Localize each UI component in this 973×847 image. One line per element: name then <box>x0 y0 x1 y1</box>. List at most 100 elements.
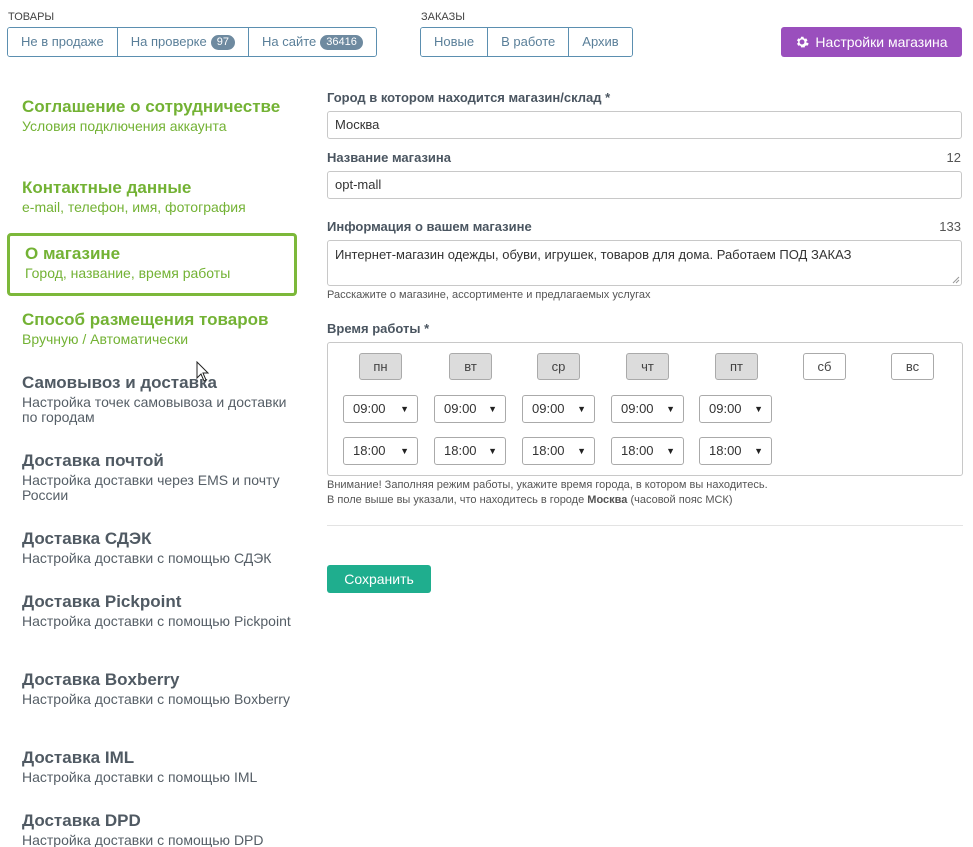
open-time-select-wed[interactable]: 09:00 ▼ <box>522 395 595 423</box>
hours-label: Время работы * <box>327 321 430 336</box>
sidebar-item-agreement[interactable]: Соглашение о сотрудничестве Условия подк… <box>22 98 292 134</box>
city-field-label: Город в котором находится магазин/склад … <box>327 90 611 105</box>
store-info-counter: 133 <box>939 219 961 234</box>
sidebar-item-subtitle: Настройка доставки с помощью СДЭК <box>22 550 272 566</box>
tab-in-progress[interactable]: В работе <box>488 28 570 56</box>
orders-group-label: ЗАКАЗЫ <box>421 11 465 23</box>
select-value: 09:00 <box>353 401 386 416</box>
open-time-select-thu[interactable]: 09:00 ▼ <box>611 395 684 423</box>
caret-down-icon: ▼ <box>488 446 497 456</box>
count-badge: 97 <box>210 35 235 50</box>
store-settings-button[interactable]: Настройки магазина <box>781 27 962 57</box>
store-info-hint: Расскажите о магазине, ассортименте и пр… <box>327 289 651 301</box>
sidebar-item-title: Доставка IML <box>22 748 135 767</box>
city-input[interactable]: Москва <box>327 111 962 139</box>
sidebar-item-cdek[interactable]: Доставка СДЭК Настройка доставки с помощ… <box>22 530 292 566</box>
save-button[interactable]: Сохранить <box>327 565 431 593</box>
count-badge: 36416 <box>320 35 363 50</box>
sidebar-item-subtitle: Настройка доставки с помощью Boxberry <box>22 691 290 707</box>
select-value: 09:00 <box>444 401 477 416</box>
caret-down-icon: ▼ <box>488 404 497 414</box>
orders-tabs: Новые В работе Архив <box>420 27 633 57</box>
resize-grip-icon[interactable] <box>952 276 960 284</box>
hours-note-line2: В поле выше вы указали, что находитесь в… <box>327 494 733 506</box>
sidebar-item-title: Доставка Pickpoint <box>22 592 182 611</box>
select-value: 18:00 <box>532 443 565 458</box>
sidebar-item-title: Доставка почтой <box>22 451 164 470</box>
mouse-cursor-icon <box>196 361 210 382</box>
sidebar-item-title: Самовывоз и доставка <box>22 373 217 392</box>
sidebar-item-placement[interactable]: Способ размещения товаров Вручную / Авто… <box>22 311 292 347</box>
select-value: 18:00 <box>353 443 386 458</box>
sidebar-item-dpd[interactable]: Доставка DPD Настройка доставки с помощь… <box>22 812 292 847</box>
store-info-text: Интернет-магазин одежды, обуви, игрушек,… <box>335 247 852 262</box>
day-toggle-fri[interactable]: пт <box>715 353 758 380</box>
store-info-textarea[interactable]: Интернет-магазин одежды, обуви, игрушек,… <box>327 240 962 286</box>
open-time-select-mon[interactable]: 09:00 ▼ <box>343 395 418 423</box>
sidebar-item-subtitle: Город, название, время работы <box>25 265 231 281</box>
tab-label: В работе <box>501 34 556 49</box>
caret-down-icon: ▼ <box>666 446 675 456</box>
tab-label: На проверке <box>130 34 207 49</box>
settings-label: Настройки магазина <box>815 34 948 50</box>
store-name-input[interactable]: opt-mall <box>327 171 962 199</box>
tab-label: На сайте <box>261 34 317 49</box>
sidebar-item-pickup-delivery[interactable]: Самовывоз и доставка Настройка точек сам… <box>22 374 292 425</box>
tab-archive[interactable]: Архив <box>569 28 632 56</box>
divider <box>327 525 963 526</box>
sidebar-item-iml[interactable]: Доставка IML Настройка доставки с помощь… <box>22 749 292 785</box>
sidebar-item-title: Доставка СДЭК <box>22 529 152 548</box>
select-value: 09:00 <box>532 401 565 416</box>
sidebar-item-subtitle: Настройка доставки с помощью DPD <box>22 832 264 847</box>
sidebar-item-post-delivery[interactable]: Доставка почтой Настройка доставки через… <box>22 452 292 503</box>
store-info-label: Информация о вашем магазине <box>327 219 532 234</box>
sidebar-item-contacts[interactable]: Контактные данные e-mail, телефон, имя, … <box>22 179 292 215</box>
sidebar-item-title: Способ размещения товаров <box>22 310 269 329</box>
note-city: Москва <box>587 494 628 506</box>
sidebar-item-about-store[interactable]: О магазине Город, название, время работы <box>25 245 295 281</box>
caret-down-icon: ▼ <box>400 404 409 414</box>
store-name-label: Название магазина <box>327 150 451 165</box>
day-toggle-sun[interactable]: вс <box>891 353 934 380</box>
sidebar-item-title: О магазине <box>25 244 121 263</box>
sidebar-item-subtitle: Вручную / Автоматически <box>22 331 189 347</box>
tab-label: Архив <box>582 34 619 49</box>
sidebar-item-pickpoint[interactable]: Доставка Pickpoint Настройка доставки с … <box>22 593 292 629</box>
close-time-select-thu[interactable]: 18:00 ▼ <box>611 437 684 465</box>
tab-not-on-sale[interactable]: Не в продаже <box>8 28 118 56</box>
sidebar-item-title: Соглашение о сотрудничестве <box>22 97 281 116</box>
close-time-select-tue[interactable]: 18:00 ▼ <box>434 437 506 465</box>
caret-down-icon: ▼ <box>577 446 586 456</box>
tab-label: Новые <box>434 34 475 49</box>
goods-tabs: Не в продаже На проверке 97 На сайте 36416 <box>7 27 377 57</box>
day-toggle-tue[interactable]: вт <box>449 353 492 380</box>
tab-new-orders[interactable]: Новые <box>421 28 489 56</box>
sidebar-item-subtitle: e-mail, телефон, имя, фотография <box>22 199 246 215</box>
close-time-select-fri[interactable]: 18:00 ▼ <box>699 437 772 465</box>
caret-down-icon: ▼ <box>577 404 586 414</box>
select-value: 18:00 <box>621 443 654 458</box>
select-value: 09:00 <box>621 401 654 416</box>
tab-on-site[interactable]: На сайте 36416 <box>248 28 376 56</box>
sidebar-item-title: Доставка Boxberry <box>22 670 180 689</box>
day-toggle-wed[interactable]: ср <box>537 353 580 380</box>
note-suffix: (часовой пояс МСК) <box>627 494 733 506</box>
sidebar-item-subtitle: Настройка доставки с помощью Pickpoint <box>22 613 291 629</box>
sidebar-item-subtitle: Условия подключения аккаунта <box>22 118 227 134</box>
caret-down-icon: ▼ <box>400 446 409 456</box>
tab-on-review[interactable]: На проверке 97 <box>117 28 249 56</box>
sidebar-item-title: Доставка DPD <box>22 811 141 830</box>
note-prefix: В поле выше вы указали, что находитесь в… <box>327 494 588 506</box>
open-time-select-tue[interactable]: 09:00 ▼ <box>434 395 506 423</box>
day-toggle-thu[interactable]: чт <box>626 353 669 380</box>
hours-note-line1: Внимание! Заполняя режим работы, укажите… <box>327 479 768 491</box>
select-value: 18:00 <box>709 443 742 458</box>
day-toggle-sat[interactable]: сб <box>803 353 846 380</box>
open-time-select-fri[interactable]: 09:00 ▼ <box>699 395 772 423</box>
sidebar-item-boxberry[interactable]: Доставка Boxberry Настройка доставки с п… <box>22 671 292 707</box>
day-toggle-mon[interactable]: пн <box>359 353 402 380</box>
sidebar-item-title: Контактные данные <box>22 178 192 197</box>
close-time-select-wed[interactable]: 18:00 ▼ <box>522 437 595 465</box>
goods-group-label: ТОВАРЫ <box>8 11 55 23</box>
close-time-select-mon[interactable]: 18:00 ▼ <box>343 437 418 465</box>
